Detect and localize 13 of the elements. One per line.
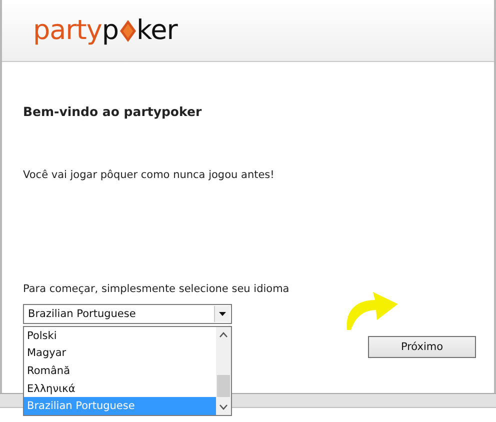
language-option[interactable]: Polski xyxy=(24,327,216,345)
next-button[interactable]: Próximo xyxy=(368,336,476,358)
logo: partyp ker xyxy=(33,17,178,44)
language-option[interactable]: Ελληνικά xyxy=(24,380,216,398)
scrollbar[interactable] xyxy=(216,327,231,415)
language-option[interactable]: Magyar xyxy=(24,344,216,362)
welcome-heading: Bem-vindo ao partypoker xyxy=(23,104,203,119)
intro-text: Você vai jogar pôquer como nunca jogou antes! xyxy=(23,169,276,181)
language-prompt: Para começar, simplesmente selecione seu idioma xyxy=(23,283,290,295)
language-option[interactable]: Română xyxy=(24,362,216,380)
language-select[interactable]: Brazilian Portuguese xyxy=(23,304,232,324)
scroll-thumb[interactable] xyxy=(217,375,230,397)
curved-arrow-icon xyxy=(345,290,399,330)
